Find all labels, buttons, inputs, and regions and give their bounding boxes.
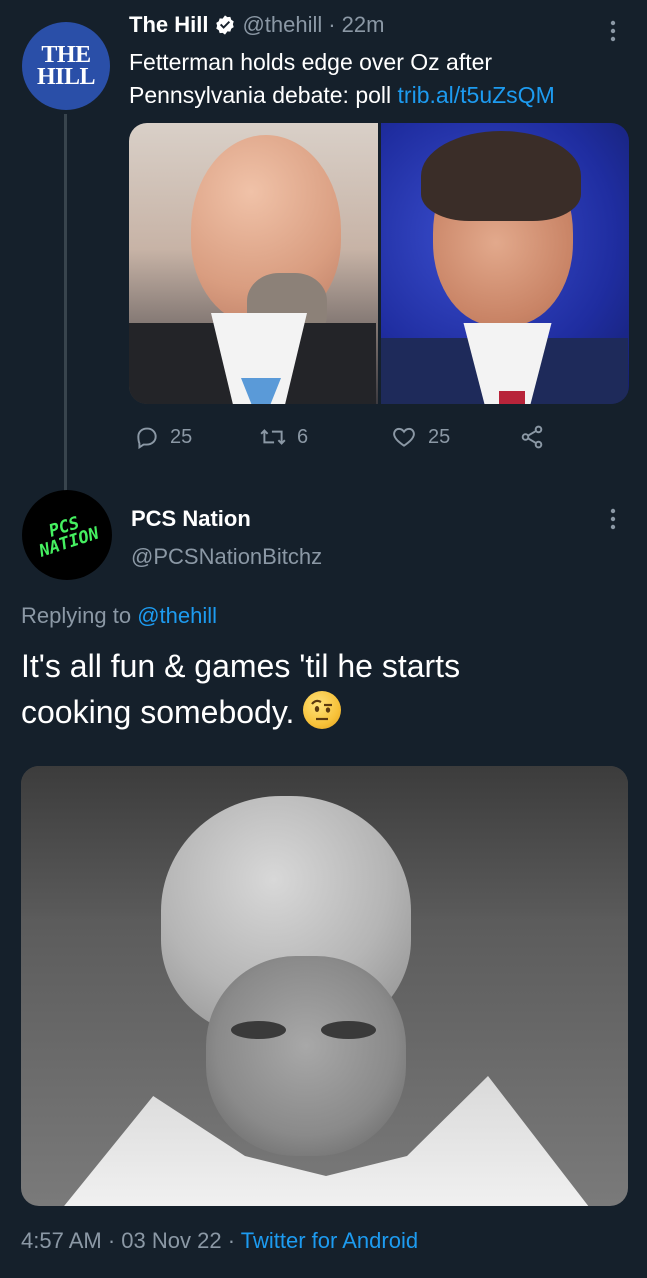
the-hill-avatar[interactable]: THE HILL — [22, 22, 110, 110]
photo-tie — [498, 391, 525, 404]
tweet1-text-line1: Fetterman holds edge over Oz after — [129, 49, 493, 75]
tweet2-text-line2-wrap: cooking somebody. — [21, 689, 631, 735]
tweet1-media[interactable] — [129, 123, 629, 404]
share-action[interactable] — [518, 424, 546, 450]
replying-prefix: Replying to — [21, 603, 138, 628]
like-action[interactable]: 25 — [390, 424, 450, 450]
photo-face — [206, 956, 406, 1156]
thread-connector-line — [64, 114, 67, 492]
reply-count: 25 — [170, 425, 193, 448]
reply-icon — [134, 424, 160, 450]
tweet1-text-line2: Pennsylvania debate: poll trib.al/t5uZsQ… — [129, 79, 629, 112]
photo-eye-left — [231, 1021, 286, 1039]
retweet-count: 6 — [297, 425, 309, 448]
tweet2-text-line1: It's all fun & games 'til he starts — [21, 648, 461, 684]
avatar-text-line2: HILL — [36, 64, 96, 90]
replying-to: Replying to @thehill — [21, 603, 217, 629]
like-icon — [390, 424, 418, 450]
verified-badge-icon — [214, 14, 236, 36]
tweet-link[interactable]: trib.al/t5uZsQM — [398, 82, 555, 108]
tweet-date[interactable]: 03 Nov 22 — [121, 1228, 221, 1253]
retweet-action[interactable]: 6 — [259, 424, 308, 450]
more-icon[interactable] — [602, 18, 624, 49]
raised-eyebrow-emoji — [303, 691, 342, 729]
tweet1-header: The Hill @thehill · 22m — [129, 12, 384, 38]
fetterman-photo[interactable] — [129, 123, 378, 404]
more-icon[interactable] — [602, 506, 624, 537]
share-icon — [518, 424, 546, 450]
tweet2-media[interactable] — [21, 766, 628, 1206]
replying-handle[interactable]: @thehill — [137, 603, 217, 628]
reply-action[interactable]: 25 — [134, 424, 192, 450]
separator-dot: · — [227, 1228, 236, 1253]
oz-photo[interactable] — [380, 123, 629, 404]
like-count: 25 — [428, 425, 451, 448]
avatar-text-line1: THE — [41, 42, 91, 68]
separator-dot: · — [328, 12, 336, 37]
author-name[interactable]: PCS Nation — [131, 506, 251, 532]
separator-dot: · — [107, 1228, 116, 1253]
tweet-time[interactable]: 4:57 AM — [21, 1228, 102, 1253]
retweet-icon — [259, 424, 287, 450]
author-handle[interactable]: @PCSNationBitchz — [131, 544, 322, 570]
pcs-logo: PCS NATION — [33, 510, 102, 561]
tweet1-text: Fetterman holds edge over Oz after Penns… — [129, 46, 629, 112]
tweet1-text-prefix: Pennsylvania debate: poll — [129, 82, 398, 108]
tweet2-meta: 4:57 AM · 03 Nov 22 · Twitter for Androi… — [21, 1228, 418, 1254]
author-name[interactable]: The Hill — [129, 12, 208, 38]
tweet2-text: It's all fun & games 'til he starts cook… — [21, 643, 631, 735]
pcs-nation-avatar[interactable]: PCS NATION — [22, 490, 112, 580]
tweet2-text-line2: cooking somebody. — [21, 694, 295, 730]
photo-eye-right — [321, 1021, 376, 1039]
tweet-client[interactable]: Twitter for Android — [241, 1228, 418, 1253]
tweet-time[interactable]: 22m — [342, 12, 385, 38]
author-handle[interactable]: @thehill — [242, 12, 322, 38]
photo-hair — [420, 131, 581, 221]
